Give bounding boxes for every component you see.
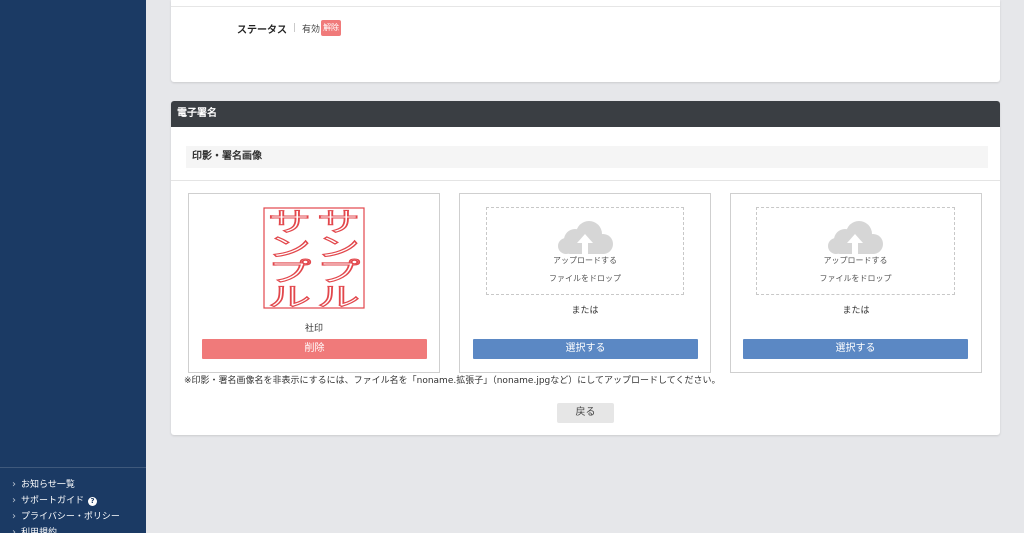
chevron-right-icon xyxy=(12,494,21,508)
sidebar: お知らせ一覧 サポートガイド プライバシー・ポリシー 利用規約 xyxy=(0,0,146,533)
drop-text: ファイルをドロップ xyxy=(819,274,892,283)
sidebar-link-label: 利用規約 xyxy=(21,528,58,533)
upload-text: アップロードする xyxy=(553,256,617,265)
upload-note: ※印影・署名画像名を非表示にするには、ファイル名を「noname.拡張子」（no… xyxy=(184,376,721,386)
select-file-button[interactable]: 選択する xyxy=(743,339,968,359)
stamp-char: ル xyxy=(268,283,311,309)
section-title: 印影・署名画像 xyxy=(186,146,988,168)
delete-button[interactable]: 削除 xyxy=(202,339,427,359)
back-button[interactable]: 戻る xyxy=(557,403,614,423)
file-drop-zone[interactable]: アップロードする ファイルをドロップ xyxy=(486,207,684,295)
status-row: ステータス | 有効 解除 xyxy=(237,20,342,36)
row-divider xyxy=(171,6,1000,7)
sidebar-divider xyxy=(0,467,146,468)
sidebar-link-news[interactable]: お知らせ一覧 xyxy=(12,478,75,492)
signature-card: 電子署名 印影・署名画像 サ ン プ ル サ ン プ ル 社印 削除 アップロー… xyxy=(171,101,1000,435)
file-drop-zone[interactable]: アップロードする ファイルをドロップ xyxy=(756,207,955,295)
signature-slot-2: アップロードする ファイルをドロップ または 選択する xyxy=(459,193,711,373)
seal-caption: 社印 xyxy=(304,324,323,334)
upload-text: アップロードする xyxy=(823,256,888,265)
sidebar-link-label: プライバシー・ポリシー xyxy=(21,512,120,522)
chevron-right-icon xyxy=(12,526,21,533)
section-divider xyxy=(171,180,1000,181)
signature-slot-3: アップロードする ファイルをドロップ または 選択する xyxy=(730,193,982,373)
sidebar-link-label: サポートガイド xyxy=(21,496,85,506)
or-text: または xyxy=(571,306,599,316)
status-label: ステータス xyxy=(237,24,287,36)
sidebar-link-label: お知らせ一覧 xyxy=(21,480,75,490)
status-release-button[interactable]: 解除 xyxy=(321,20,342,36)
sidebar-link-support-guide[interactable]: サポートガイド xyxy=(12,494,98,508)
cloud-upload-icon xyxy=(828,221,883,254)
drop-text: ファイルをドロップ xyxy=(549,274,621,283)
status-value: 有効 xyxy=(302,24,321,35)
question-circle-icon xyxy=(88,496,98,506)
card-header-title: 電子署名 xyxy=(171,101,1000,127)
status-separator: | xyxy=(293,23,297,33)
chevron-right-icon xyxy=(12,478,21,492)
status-card: ステータス | 有効 解除 xyxy=(171,0,1000,82)
sidebar-link-privacy-policy[interactable]: プライバシー・ポリシー xyxy=(12,510,120,524)
sidebar-link-terms[interactable]: 利用規約 xyxy=(12,526,57,533)
or-text: または xyxy=(842,306,870,316)
signature-slot-1: サ ン プ ル サ ン プ ル 社印 削除 xyxy=(188,193,440,373)
stamp-char: ル xyxy=(317,283,360,309)
company-seal-image: サ ン プ ル サ ン プ ル xyxy=(263,207,365,309)
select-file-button[interactable]: 選択する xyxy=(473,339,698,359)
chevron-right-icon xyxy=(12,510,21,524)
cloud-upload-icon xyxy=(558,221,613,254)
